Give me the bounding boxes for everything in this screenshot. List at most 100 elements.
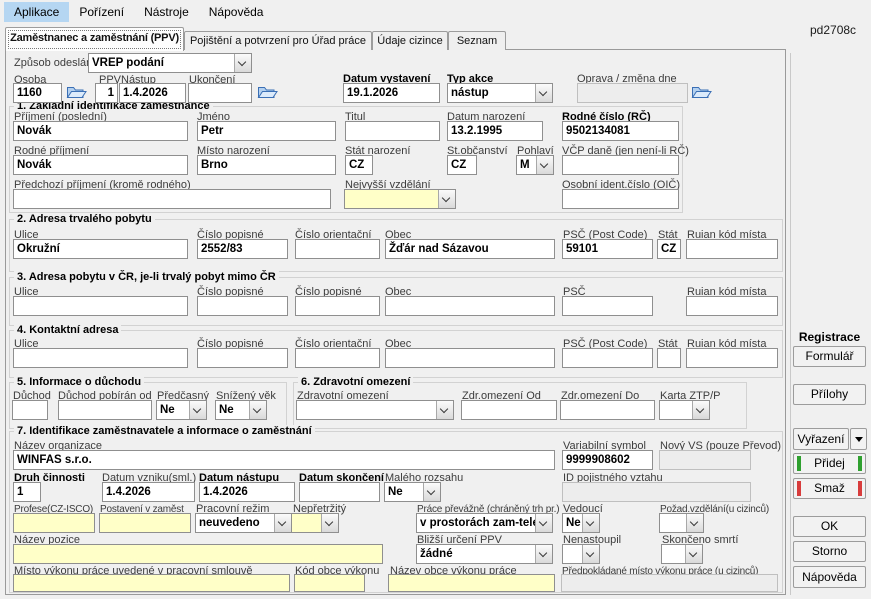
maleho-rozsahu-select[interactable]: Ne (384, 482, 441, 502)
ukonceni-input[interactable] (188, 83, 252, 103)
storno-button[interactable]: Storno (793, 541, 866, 562)
vzdelani-select[interactable] (344, 189, 456, 209)
smaz-button[interactable]: Smaž (793, 478, 866, 499)
obec-input[interactable] (385, 296, 555, 316)
misto-vykonu-input[interactable] (13, 574, 290, 592)
nastup-input[interactable]: 1.4.2026 (119, 83, 186, 103)
napoveda-button[interactable]: Nápověda (793, 566, 866, 588)
cislo-orientacni-input[interactable] (295, 239, 380, 259)
prilohy-button[interactable]: Přílohy (793, 384, 866, 405)
datum-vzniku-input[interactable]: 1.4.2026 (102, 482, 195, 502)
titul-input[interactable] (345, 121, 440, 141)
ulice-input[interactable]: Okružní (13, 239, 188, 259)
ok-button[interactable]: OK (793, 516, 866, 537)
ulice-input[interactable] (13, 348, 188, 368)
menu-item-aplikace[interactable]: Aplikace (4, 2, 69, 22)
datum-nastupu-input[interactable]: 1.4.2026 (199, 482, 295, 502)
stat-narozeni-input[interactable]: CZ (345, 155, 373, 175)
tab-udaje-cizince[interactable]: Údaje cizince (372, 31, 448, 50)
predchozi-prijmeni-input[interactable] (13, 189, 331, 209)
zdr-omezeni-do-input[interactable] (560, 400, 655, 420)
psc-input[interactable] (562, 348, 653, 368)
nenastoupil-select[interactable] (562, 544, 600, 564)
vcp-dane-input[interactable] (562, 155, 679, 175)
prijmeni-input[interactable]: Novák (13, 121, 188, 141)
pridej-button[interactable]: Přidej (793, 453, 866, 474)
pracovni-rezim-select[interactable]: neuvedeno (195, 513, 292, 533)
ruian-input[interactable] (686, 239, 778, 259)
psc-input[interactable] (562, 296, 653, 316)
ruian-input[interactable] (686, 296, 778, 316)
blizsi-urceni-value: žádné (417, 545, 535, 563)
cislo-popisne-input[interactable] (197, 348, 288, 368)
cislo-popisne-input[interactable]: 2552/83 (197, 239, 288, 259)
id-pojistneho-vztahu-input[interactable] (562, 482, 751, 502)
vyrazeni-dropdown-button[interactable] (850, 428, 867, 450)
nepretrzity-select[interactable] (291, 513, 339, 533)
nazev-obce-input[interactable] (388, 574, 555, 592)
menu-item-nastroje[interactable]: Nástroje (134, 2, 199, 22)
nazev-pozice-input[interactable] (13, 544, 383, 564)
pohlavi-select[interactable]: M (516, 155, 554, 175)
open-folder-icon[interactable] (257, 84, 278, 101)
snizeny-vek-select[interactable]: Ne (215, 400, 267, 420)
novy-vs-input[interactable] (659, 450, 751, 470)
oic-input[interactable] (562, 189, 679, 209)
postaveni-input[interactable] (99, 513, 191, 533)
nazev-organizace-input[interactable]: WINFAS s.r.o. (13, 450, 555, 470)
menu-item-napoveda[interactable]: Nápověda (199, 2, 274, 22)
skonceno-smrti-select[interactable] (661, 544, 703, 564)
chevron-down-icon (535, 545, 552, 563)
ulice-input[interactable] (13, 296, 188, 316)
cislo-popisne-input[interactable] (197, 296, 288, 316)
chevron-down-icon (423, 483, 440, 501)
open-folder-icon[interactable] (66, 84, 87, 101)
druh-cinnosti-input[interactable]: 1 (13, 482, 41, 502)
duchod-input[interactable] (12, 400, 48, 420)
vyrazeni-button[interactable]: Vyřazení (793, 428, 849, 450)
open-folder-icon[interactable] (691, 84, 712, 101)
pozad-vzdelani-select[interactable] (659, 513, 704, 533)
tab-seznam[interactable]: Seznam (448, 31, 506, 50)
vedouci-select[interactable]: Ne (562, 513, 600, 533)
karta-ztpp-select[interactable] (659, 400, 710, 420)
stat-input[interactable] (657, 348, 681, 368)
oprava-input[interactable] (577, 83, 688, 103)
predpokladane-misto-input[interactable] (561, 574, 778, 592)
stat-input[interactable]: CZ (657, 239, 681, 259)
jmeno-input[interactable]: Petr (197, 121, 336, 141)
datum-vystaveni-input[interactable]: 19.1.2026 (343, 83, 440, 103)
zdravotni-omezeni-select[interactable] (296, 400, 454, 420)
zpusob-odeslani-select[interactable]: VREP podání (88, 53, 252, 73)
datum-narozeni-input[interactable]: 13.2.1995 (447, 121, 543, 141)
obec-input[interactable] (385, 348, 555, 368)
obcanstvi-input[interactable]: CZ (447, 155, 477, 175)
ruian-input[interactable] (686, 348, 778, 368)
typ-akce-select[interactable]: nástup (447, 83, 553, 103)
misto-narozeni-input[interactable]: Brno (197, 155, 336, 175)
vedouci-value: Ne (563, 514, 582, 532)
kod-obce-input[interactable] (294, 574, 365, 592)
rodne-cislo-input[interactable]: 9502134081 (562, 121, 679, 141)
formular-button[interactable]: Formulář (793, 346, 866, 367)
datum-skonceni-input[interactable] (299, 482, 380, 502)
variabilni-symbol-input[interactable]: 9999908602 (562, 450, 653, 470)
profese-input[interactable] (13, 513, 95, 533)
group-title: 6. Zdravotní omezení (298, 376, 413, 388)
cislo-popisne-input[interactable] (295, 296, 380, 316)
zpusob-odeslani-label: Způsob odeslání (14, 58, 95, 69)
predcasny-select[interactable]: Ne (156, 400, 207, 420)
zdr-omezeni-od-input[interactable] (461, 400, 557, 420)
ppv-input[interactable]: 1 (95, 83, 118, 103)
cislo-orientacni-input[interactable] (295, 348, 380, 368)
osoba-input[interactable]: 1160 (13, 83, 62, 103)
blizsi-urceni-select[interactable]: žádné (416, 544, 553, 564)
psc-input[interactable]: 59101 (562, 239, 653, 259)
tab-pojisteni[interactable]: Pojištění a potvrzení pro Úřad práce (184, 31, 372, 50)
duchod-pobiran-input[interactable] (58, 400, 152, 420)
rodne-prijmeni-input[interactable]: Novák (13, 155, 188, 175)
obec-input[interactable]: Žďár nad Sázavou (385, 239, 555, 259)
prace-prevazne-select[interactable]: v prostorách zam-tele (416, 513, 553, 533)
tab-zamestnanec[interactable]: Zaměstnanec a zaměstnání (PPV) (5, 27, 184, 51)
menu-item-porizeni[interactable]: Pořízení (69, 2, 134, 22)
